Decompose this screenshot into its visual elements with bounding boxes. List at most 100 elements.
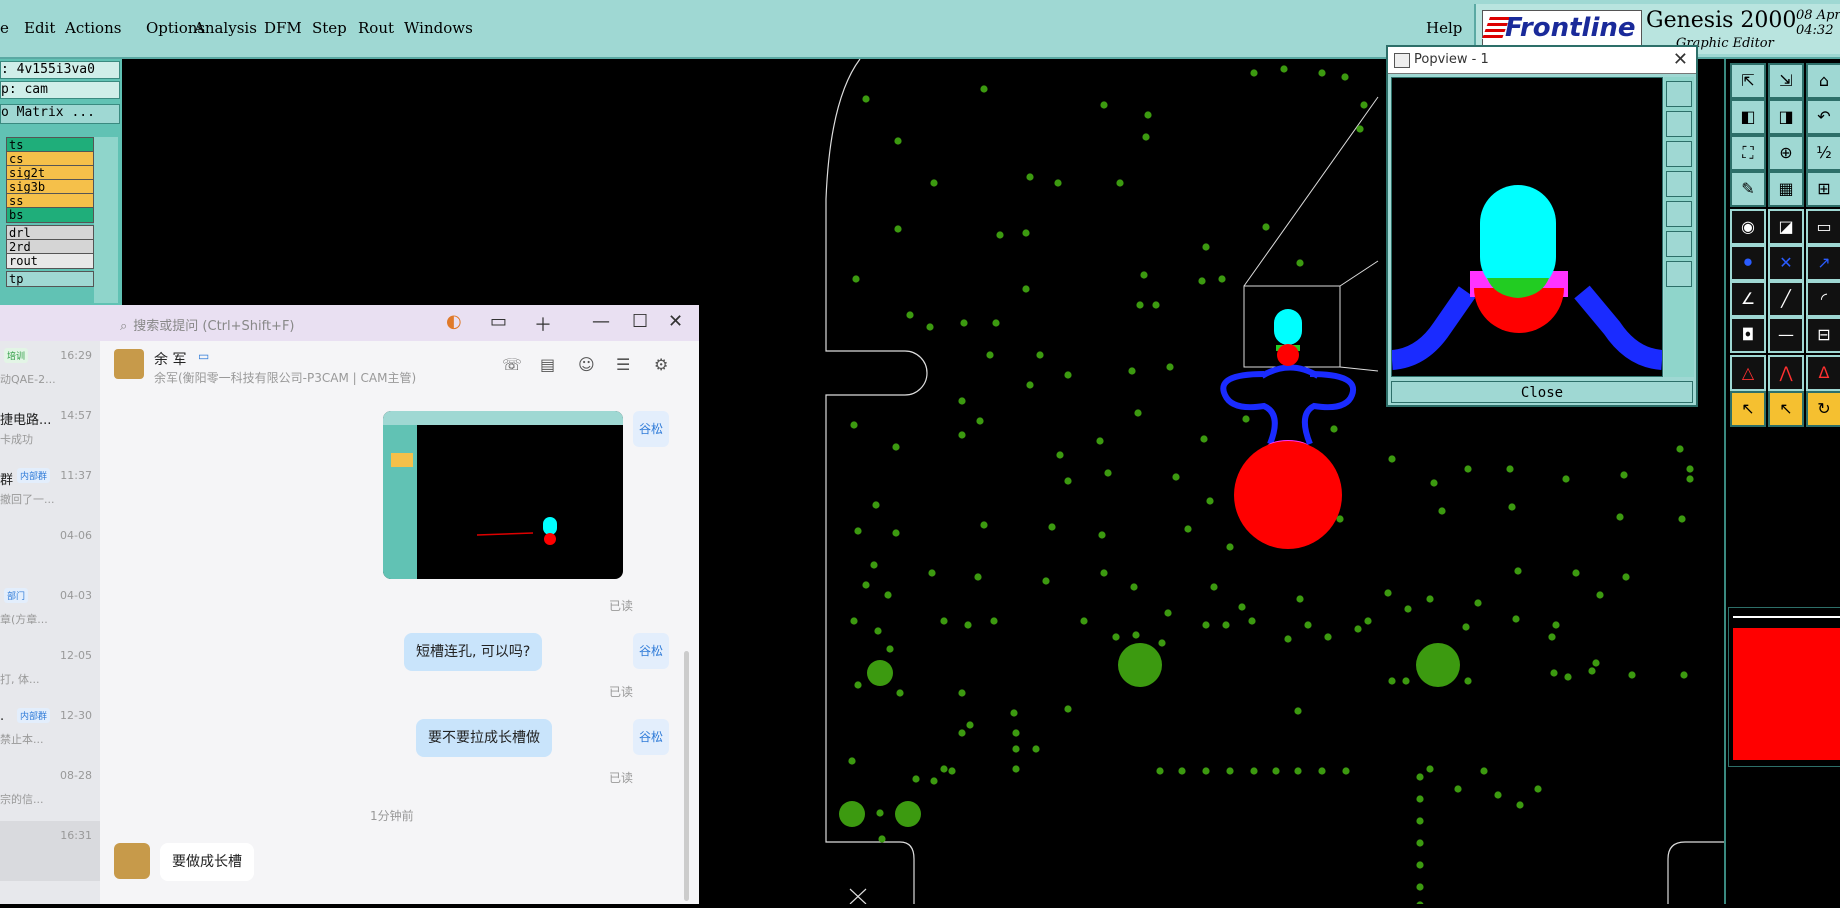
pan-right-button[interactable]: ◨ — [1768, 99, 1804, 135]
zoom-home-button[interactable]: ⇱ — [1730, 63, 1766, 99]
fit-button[interactable]: ⛶ — [1730, 135, 1766, 171]
layer-scroll-strip[interactable] — [94, 137, 118, 303]
minimap[interactable] — [1728, 607, 1840, 767]
conversation-item[interactable]: 16:29 动QAE-2... 培训 — [0, 341, 100, 401]
zoom-down-button[interactable]: ⇲ — [1768, 63, 1804, 99]
delta-button[interactable]: Δ — [1806, 355, 1840, 391]
pv-pan-left-button[interactable] — [1666, 171, 1692, 197]
pv-pan-right-button[interactable] — [1666, 201, 1692, 227]
layer-row[interactable]: tp — [6, 271, 94, 287]
matrix-button[interactable]: o Matrix ... — [0, 104, 120, 124]
screen-share-icon[interactable]: ▭ — [490, 311, 507, 332]
message-bubble[interactable]: 短槽连孔, 可以吗? — [404, 633, 543, 671]
select-button[interactable]: ◉ — [1730, 209, 1766, 245]
menu-file[interactable]: e — [0, 19, 9, 37]
popview-viewport[interactable] — [1390, 77, 1664, 377]
ruler-button[interactable]: ▭ — [1806, 209, 1840, 245]
history-search-icon[interactable]: ☰ — [616, 355, 630, 374]
popview-close-icon[interactable]: ✕ — [1673, 49, 1688, 70]
tri-button[interactable]: △ — [1730, 355, 1766, 391]
cursor-button[interactable]: ↖ — [1768, 391, 1804, 427]
message-bubble[interactable]: 要不要拉成长槽做 — [416, 719, 552, 757]
move-button[interactable]: ◘ — [1730, 317, 1766, 353]
pv-zoom-out-button[interactable] — [1666, 261, 1692, 287]
conversation-item[interactable]: 12-05 打, 体... — [0, 641, 100, 701]
layer-row[interactable]: rout — [6, 253, 94, 269]
line-button[interactable]: ◪ — [1768, 209, 1804, 245]
draw-button[interactable]: ∠ — [1730, 281, 1766, 317]
pv-pan-up-button[interactable] — [1666, 111, 1692, 137]
pointer-button[interactable]: ↖ — [1730, 391, 1766, 427]
conversation-item[interactable]: 08-28 宗的信... — [0, 761, 100, 821]
undo-button[interactable]: ↶ — [1806, 99, 1840, 135]
settings-icon[interactable]: ⚙ — [654, 355, 668, 374]
route-button[interactable]: ⊟ — [1806, 317, 1840, 353]
call-icon[interactable]: ☏ — [502, 355, 522, 374]
layer-row[interactable]: bs — [6, 207, 94, 223]
snap-button[interactable]: ✎ — [1730, 171, 1766, 207]
conversation-item[interactable]: 04-06 — [0, 521, 100, 581]
menu-windows[interactable]: Windows — [404, 19, 473, 37]
pv-zoom-fit-button[interactable] — [1666, 81, 1692, 107]
menu-actions[interactable]: Actions — [65, 19, 121, 37]
green-pad — [1144, 111, 1152, 119]
green-pad — [1572, 569, 1580, 577]
slash-icon: ╱ — [1781, 289, 1791, 308]
contact-avatar[interactable] — [114, 349, 144, 379]
arc-button[interactable]: ◜ — [1806, 281, 1840, 317]
menu-edit[interactable]: Edit — [24, 19, 55, 37]
home-button[interactable]: ⌂ — [1806, 63, 1840, 99]
image-message[interactable] — [383, 411, 623, 579]
green-pad — [1262, 223, 1270, 231]
add-member-icon[interactable]: ☺ — [578, 355, 595, 374]
slash-button[interactable]: ╱ — [1768, 281, 1804, 317]
peak-button[interactable]: ⋀ — [1768, 355, 1804, 391]
step-field[interactable]: p: cam — [0, 81, 120, 99]
pan-left-button[interactable]: ◧ — [1730, 99, 1766, 135]
menu-dfm[interactable]: DFM — [264, 19, 302, 37]
scale-button[interactable]: ½ — [1806, 135, 1840, 171]
green-pad — [966, 721, 974, 729]
menu-analysis[interactable]: Analysis — [194, 19, 257, 37]
conversation-item[interactable]: . 12-30 禁止本... 内部群 — [0, 701, 100, 761]
conversation-time: 04-03 — [60, 589, 92, 602]
edit-button[interactable]: ↗ — [1806, 245, 1840, 281]
green-pad — [940, 765, 948, 773]
measure-button[interactable]: ⊞ — [1806, 171, 1840, 207]
dash-button[interactable]: — — [1768, 317, 1804, 353]
green-pad — [1416, 795, 1424, 803]
green-pad — [958, 729, 966, 737]
minimize-icon[interactable]: — — [592, 311, 610, 332]
job-field[interactable]: : 4v155i3va0 — [0, 61, 120, 79]
contact-avatar[interactable] — [114, 843, 150, 879]
green-pad — [1012, 765, 1020, 773]
cross-button[interactable]: ✕ — [1768, 245, 1804, 281]
chat-search[interactable]: ⌕ 搜索或提问 (Ctrl+Shift+F) — [120, 315, 295, 334]
chat-scrollbar[interactable] — [684, 651, 689, 901]
close-icon[interactable]: ✕ — [668, 311, 683, 332]
pv-zoom-in-button[interactable] — [1666, 231, 1692, 257]
self-avatar[interactable]: 谷松 — [633, 633, 669, 669]
node-button[interactable]: ⚫ — [1730, 245, 1766, 281]
folder-icon[interactable]: ▤ — [540, 355, 555, 374]
maximize-icon[interactable]: ☐ — [632, 311, 648, 332]
ai-assistant-icon[interactable]: ◐ — [446, 311, 462, 332]
self-avatar[interactable]: 谷松 — [633, 719, 669, 755]
center-button[interactable]: ⊕ — [1768, 135, 1804, 171]
popview-titlebar[interactable]: Popview - 1 ✕ — [1388, 47, 1696, 74]
conversation-item[interactable]: 16:31 — [0, 821, 100, 881]
rotate-button[interactable]: ↻ — [1806, 391, 1840, 427]
self-avatar[interactable]: 谷松 — [633, 411, 669, 447]
pv-pan-down-button[interactable] — [1666, 141, 1692, 167]
menu-help[interactable]: Help — [1426, 19, 1462, 37]
add-icon[interactable]: ＋ — [534, 311, 552, 337]
menu-step[interactable]: Step — [312, 19, 347, 37]
green-pad — [1036, 351, 1044, 359]
popview-close-button[interactable]: Close — [1391, 381, 1693, 403]
message-bubble[interactable]: 要做成长槽 — [160, 843, 254, 881]
menu-rout[interactable]: Rout — [358, 19, 394, 37]
conversation-item[interactable]: 群 11:37 撤回了一... 内部群 — [0, 461, 100, 521]
conversation-item[interactable]: 捷电路... 14:57 卡成功 — [0, 401, 100, 461]
grid-button[interactable]: ▦ — [1768, 171, 1804, 207]
conversation-item[interactable]: 04-03 章(方章... 部门 — [0, 581, 100, 641]
